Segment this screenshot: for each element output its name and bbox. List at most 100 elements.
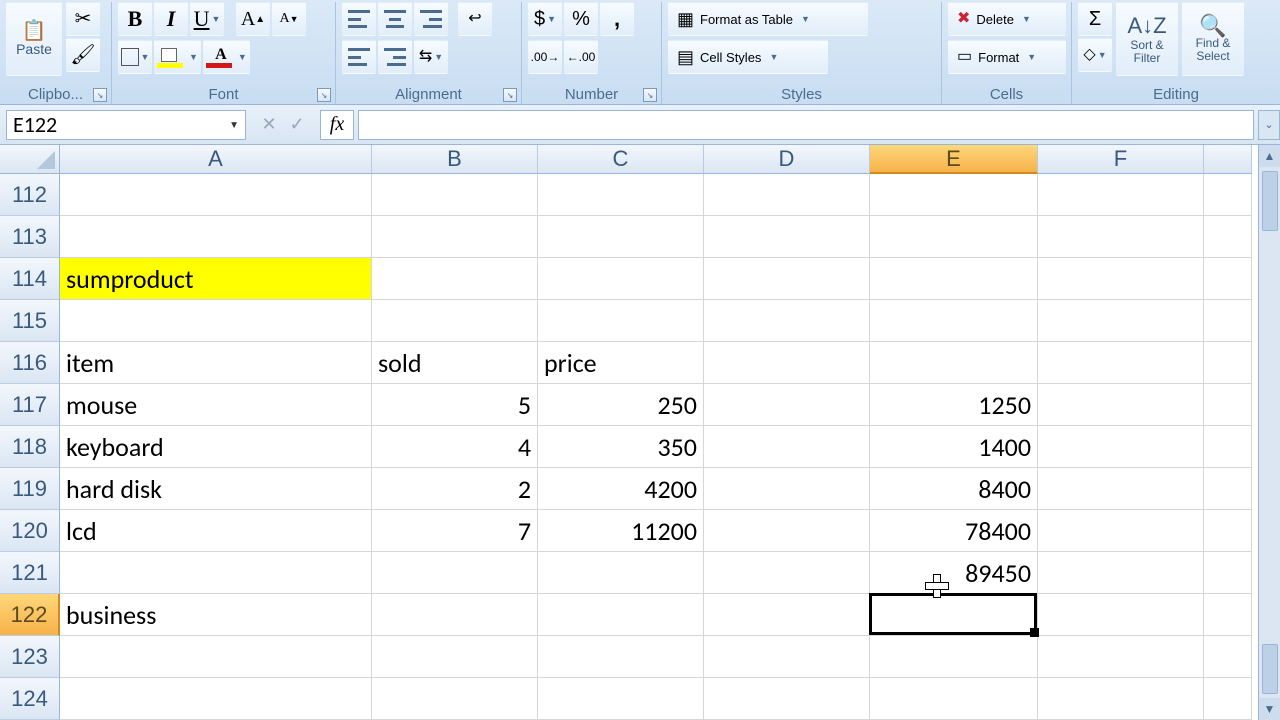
cell-C112[interactable] bbox=[538, 174, 704, 216]
decrease-indent-button[interactable] bbox=[342, 40, 376, 74]
cell-F114[interactable] bbox=[1038, 258, 1204, 300]
cell-C121[interactable] bbox=[538, 552, 704, 594]
format-cells-button[interactable]: ▭ Format ▼ bbox=[948, 40, 1066, 74]
cell-styles-button[interactable]: ▤ Cell Styles ▼ bbox=[668, 40, 828, 74]
name-box[interactable]: E122 ▼ bbox=[6, 110, 246, 140]
cell-C117[interactable]: 250 bbox=[538, 384, 704, 426]
cell-G116[interactable] bbox=[1204, 342, 1252, 384]
cell-C113[interactable] bbox=[538, 216, 704, 258]
cell-C114[interactable] bbox=[538, 258, 704, 300]
cell-A112[interactable] bbox=[60, 174, 372, 216]
cell-F112[interactable] bbox=[1038, 174, 1204, 216]
cell-D123[interactable] bbox=[704, 636, 870, 678]
row-header-116[interactable]: 116 bbox=[0, 342, 60, 384]
comma-format-button[interactable]: , bbox=[600, 2, 634, 36]
column-header-B[interactable]: B bbox=[372, 145, 538, 174]
format-as-table-button[interactable]: ▦ Format as Table ▼ bbox=[668, 2, 868, 36]
cell-G112[interactable] bbox=[1204, 174, 1252, 216]
cell-B117[interactable]: 5 bbox=[372, 384, 538, 426]
row-header-122[interactable]: 122 bbox=[0, 594, 60, 636]
scroll-down-button[interactable]: ▼ bbox=[1259, 698, 1280, 720]
cell-A124[interactable] bbox=[60, 678, 372, 720]
row-header-114[interactable]: 114 bbox=[0, 258, 60, 300]
cell-D120[interactable] bbox=[704, 510, 870, 552]
scroll-thumb-bottom[interactable] bbox=[1262, 644, 1278, 694]
cell-D115[interactable] bbox=[704, 300, 870, 342]
cell-A113[interactable] bbox=[60, 216, 372, 258]
row-header-115[interactable]: 115 bbox=[0, 300, 60, 342]
paste-button[interactable]: 📋 Paste bbox=[6, 2, 62, 76]
cell-F115[interactable] bbox=[1038, 300, 1204, 342]
cell-D112[interactable] bbox=[704, 174, 870, 216]
cell-E124[interactable] bbox=[870, 678, 1038, 720]
cell-G123[interactable] bbox=[1204, 636, 1252, 678]
row-header-123[interactable]: 123 bbox=[0, 636, 60, 678]
cell-C119[interactable]: 4200 bbox=[538, 468, 704, 510]
delete-cells-button[interactable]: ✖ Delete ▼ bbox=[948, 2, 1066, 36]
cell-G124[interactable] bbox=[1204, 678, 1252, 720]
align-middle-button[interactable] bbox=[378, 2, 412, 36]
cell-G113[interactable] bbox=[1204, 216, 1252, 258]
cell-A117[interactable]: mouse bbox=[60, 384, 372, 426]
column-header-F[interactable]: F bbox=[1038, 145, 1204, 174]
cell-D118[interactable] bbox=[704, 426, 870, 468]
cell-A122[interactable]: business bbox=[60, 594, 372, 636]
italic-button[interactable]: I bbox=[154, 2, 188, 36]
sort-filter-button[interactable]: A↓Z Sort & Filter bbox=[1116, 2, 1178, 76]
cell-E120[interactable]: 78400 bbox=[870, 510, 1038, 552]
cell-C115[interactable] bbox=[538, 300, 704, 342]
column-header-extra[interactable] bbox=[1204, 145, 1252, 174]
scroll-thumb[interactable] bbox=[1262, 171, 1278, 231]
select-all-corner[interactable] bbox=[0, 145, 60, 174]
cell-B118[interactable]: 4 bbox=[372, 426, 538, 468]
accounting-format-button[interactable]: $▼ bbox=[528, 2, 562, 36]
cell-B112[interactable] bbox=[372, 174, 538, 216]
column-header-E[interactable]: E bbox=[870, 145, 1038, 174]
cell-F123[interactable] bbox=[1038, 636, 1204, 678]
cell-G119[interactable] bbox=[1204, 468, 1252, 510]
cell-D124[interactable] bbox=[704, 678, 870, 720]
number-launcher-icon[interactable]: ↘ bbox=[643, 88, 657, 102]
clipboard-launcher-icon[interactable]: ↘ bbox=[93, 88, 107, 102]
cell-E114[interactable] bbox=[870, 258, 1038, 300]
clear-button[interactable]: ◇▼ bbox=[1078, 38, 1112, 72]
cell-G115[interactable] bbox=[1204, 300, 1252, 342]
cell-B120[interactable]: 7 bbox=[372, 510, 538, 552]
cell-B116[interactable]: sold bbox=[372, 342, 538, 384]
cell-E121[interactable]: 89450 bbox=[870, 552, 1038, 594]
cell-D121[interactable] bbox=[704, 552, 870, 594]
row-header-119[interactable]: 119 bbox=[0, 468, 60, 510]
name-box-dropdown-icon[interactable]: ▼ bbox=[229, 118, 239, 131]
increase-indent-button[interactable] bbox=[378, 40, 412, 74]
cell-B115[interactable] bbox=[372, 300, 538, 342]
cell-E119[interactable]: 8400 bbox=[870, 468, 1038, 510]
wrap-text-button[interactable]: ↩ bbox=[458, 2, 492, 36]
cell-E122[interactable] bbox=[870, 594, 1038, 636]
cell-A121[interactable] bbox=[60, 552, 372, 594]
cell-F117[interactable] bbox=[1038, 384, 1204, 426]
row-header-124[interactable]: 124 bbox=[0, 678, 60, 720]
cell-F118[interactable] bbox=[1038, 426, 1204, 468]
bold-button[interactable]: B bbox=[118, 2, 152, 36]
cell-B123[interactable] bbox=[372, 636, 538, 678]
increase-font-button[interactable]: A▲ bbox=[236, 2, 270, 36]
find-select-button[interactable]: 🔍 Find & Select bbox=[1182, 2, 1244, 76]
cell-E118[interactable]: 1400 bbox=[870, 426, 1038, 468]
column-header-C[interactable]: C bbox=[538, 145, 704, 174]
cell-C124[interactable] bbox=[538, 678, 704, 720]
vertical-scrollbar[interactable]: ▲ ▼ bbox=[1258, 145, 1280, 720]
font-launcher-icon[interactable]: ↘ bbox=[317, 88, 331, 102]
cell-A114[interactable]: sumproduct bbox=[60, 258, 372, 300]
underline-button[interactable]: U▼ bbox=[190, 2, 224, 36]
cell-B113[interactable] bbox=[372, 216, 538, 258]
cell-G117[interactable] bbox=[1204, 384, 1252, 426]
row-header-118[interactable]: 118 bbox=[0, 426, 60, 468]
row-header-117[interactable]: 117 bbox=[0, 384, 60, 426]
cell-B122[interactable] bbox=[372, 594, 538, 636]
cell-D116[interactable] bbox=[704, 342, 870, 384]
cell-A123[interactable] bbox=[60, 636, 372, 678]
fill-color-button[interactable]: ▼ bbox=[154, 40, 201, 74]
cell-D113[interactable] bbox=[704, 216, 870, 258]
percent-format-button[interactable]: % bbox=[564, 2, 598, 36]
cell-D122[interactable] bbox=[704, 594, 870, 636]
